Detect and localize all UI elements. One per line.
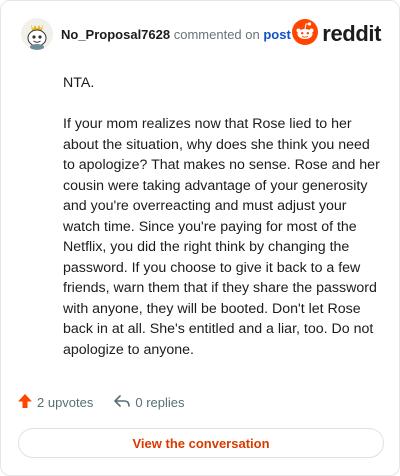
snoo-avatar-icon[interactable] — [21, 18, 53, 50]
view-conversation-button[interactable]: View the conversation — [18, 428, 384, 458]
replies-count: 0 replies — [135, 395, 185, 410]
comment-card: No_Proposal7628 commented on post reddit — [0, 0, 400, 476]
comment-paragraph: NTA. — [63, 75, 95, 91]
upvotes-count: 2 upvotes — [37, 395, 94, 410]
reply-arrow-icon — [113, 393, 131, 412]
comment-meta: No_Proposal7628 commented on post — [61, 27, 291, 42]
replies-stat[interactable]: 0 replies — [113, 393, 185, 412]
comment-paragraph: If your mom realizes now that Rose lied … — [63, 116, 380, 358]
comment-body: NTA. If your mom realizes now that Rose … — [63, 73, 383, 381]
comment-footer: 2 upvotes 0 replies — [17, 393, 185, 412]
upvote-arrow-icon — [17, 393, 33, 412]
reddit-logo-icon — [292, 18, 319, 50]
post-link[interactable]: post — [263, 27, 290, 42]
comment-header: No_Proposal7628 commented on post reddit — [21, 18, 381, 50]
action-text: commented on — [173, 26, 260, 42]
username-link[interactable]: No_Proposal7628 — [61, 27, 170, 42]
reddit-wordmark: reddit — [322, 21, 381, 46]
upvotes-stat[interactable]: 2 upvotes — [17, 393, 93, 412]
reddit-logo[interactable]: reddit — [292, 18, 381, 50]
